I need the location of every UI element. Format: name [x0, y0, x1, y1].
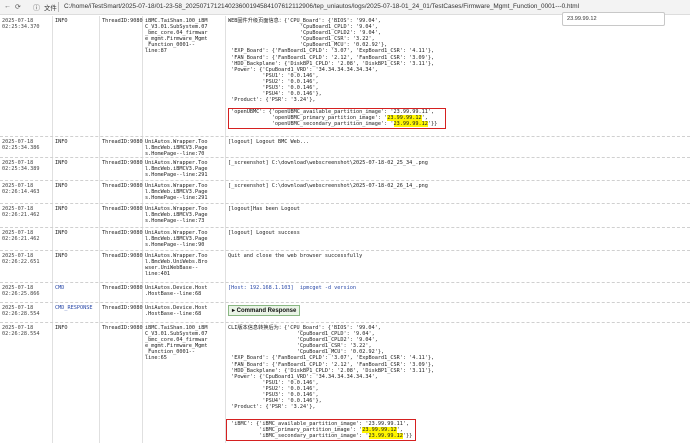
row-source: UniAutos.Wrapper.Too l.BmcWeb.UniWebs.Br… [145, 253, 208, 278]
row-level: INFO [55, 230, 68, 236]
row-level: INFO [55, 325, 68, 331]
log-row: 2025-07-18 02:26:14.463 INFO ThreadID:90… [0, 181, 690, 204]
row-message: [logout] Logout success [228, 230, 300, 236]
row-message: Quit and close the web browser successfu… [228, 253, 363, 259]
row-level: INFO [55, 160, 68, 166]
row-source: UniAutos.Device.Host .HostBase--line:68 [145, 305, 208, 318]
row-time: 2025-07-18 02:25:34.370 [2, 18, 40, 31]
log-row: 2025-07-18 02:25:34.386 INFO ThreadID:90… [0, 137, 690, 158]
row-thread: ThreadID:9080 [102, 305, 143, 311]
row-thread: ThreadID:9080 [102, 206, 143, 212]
row-thread: ThreadID:9080 [102, 285, 143, 291]
row-source: UniAutos.Wrapper.Too l.BmcWeb.iBMCV3.Pag… [145, 183, 208, 202]
row-time: 2025-07-18 02:26:28.554 [2, 325, 40, 338]
log-row: 2025-07-18 02:25:34.370 INFO ThreadID:90… [0, 16, 690, 137]
row-level: CMD [55, 285, 65, 291]
log-row: 2025-07-18 02:26:22.651 INFO ThreadID:90… [0, 251, 690, 283]
row-level: INFO [55, 206, 68, 212]
row-level: CMD_RESPONSE [55, 305, 93, 311]
url-text[interactable]: C:/home/iTestSmart/2025-07-18/01-23-58_2… [64, 3, 579, 10]
row-source: UniAutos.Wrapper.Too l.BmcWeb.iBMCV3.Pag… [145, 139, 208, 158]
row-time: 2025-07-18 02:25:34.389 [2, 160, 40, 173]
row-thread: ThreadID:9080 [102, 230, 143, 236]
command-response-button[interactable]: ▸ Command Response [228, 305, 301, 316]
row-message: [_screenshot] C:\download\webscreenshot\… [228, 160, 428, 166]
address-separator [58, 2, 59, 12]
row-thread: ThreadID:9080 [102, 183, 143, 189]
log-row: 2025-07-18 02:25:34.389 INFO ThreadID:90… [0, 158, 690, 181]
annotation-box [228, 108, 446, 129]
row-time: 2025-07-18 02:26:22.651 [2, 253, 40, 266]
row-message: [logout] Logout BMC Web... [228, 139, 310, 145]
row-source: iBMC.TaiShan.100_iBM C_V3.01.SubSystem.0… [145, 18, 208, 55]
row-thread: ThreadID:9080 [102, 18, 143, 24]
row-time: 2025-07-18 02:26:14.463 [2, 183, 40, 196]
row-level: INFO [55, 183, 68, 189]
row-thread: ThreadID:9080 [102, 325, 143, 331]
annotation-box [226, 419, 416, 441]
row-time: 2025-07-18 02:26:21.462 [2, 206, 40, 219]
row-time: 2025-07-18 02:26:28.554 [2, 305, 40, 318]
log-table: 2025-07-18 02:25:34.370 INFO ThreadID:90… [0, 16, 690, 443]
row-time: 2025-07-18 02:25:34.386 [2, 139, 40, 152]
row-message: CLI版本信息转换后为：{'CPU_Board': {'BIOS': '99.0… [228, 325, 435, 411]
log-row: 2025-07-18 02:26:25.866 CMD ThreadID:908… [0, 283, 690, 303]
row-level: INFO [55, 18, 68, 24]
info-icon[interactable]: ⓘ [33, 3, 40, 13]
log-row: 2025-07-18 02:26:21.462 INFO ThreadID:90… [0, 204, 690, 228]
row-level: INFO [55, 253, 68, 259]
back-icon[interactable]: ← [4, 3, 11, 10]
row-source: iBMC.TaiShan.100_iBM C_V3.01.SubSystem.0… [145, 325, 208, 362]
file-label: 文件 [44, 5, 57, 12]
row-message: WEB固件升级页面信息：{'CPU_Board': {'BIOS': '99.0… [228, 18, 435, 104]
row-level: INFO [55, 139, 68, 145]
row-source: UniAutos.Device.Host .HostBase--line:68 [145, 285, 208, 298]
row-message: [logout]Has been Logout [228, 206, 300, 212]
row-thread: ThreadID:9080 [102, 253, 143, 259]
row-thread: ThreadID:9080 [102, 160, 143, 166]
row-time: 2025-07-18 02:26:21.462 [2, 230, 40, 243]
row-message: [_screenshot] C:\download\webscreenshot\… [228, 183, 428, 189]
row-time: 2025-07-18 02:26:25.866 [2, 285, 40, 298]
row-source: UniAutos.Wrapper.Too l.BmcWeb.iBMCV3.Pag… [145, 230, 208, 249]
row-source: UniAutos.Wrapper.Too l.BmcWeb.iBMCV3.Pag… [145, 206, 208, 225]
log-row: 2025-07-18 02:26:28.554 CMD_RESPONSE Thr… [0, 303, 690, 323]
refresh-icon[interactable]: ⟳ [15, 3, 21, 11]
row-message: [Host: 192.168.1.103] ipmcget -d version [228, 285, 357, 291]
log-row: 2025-07-18 02:26:28.554 INFO ThreadID:90… [0, 323, 690, 443]
row-source: UniAutos.Wrapper.Too l.BmcWeb.iBMCV3.Pag… [145, 160, 208, 179]
log-row: 2025-07-18 02:26:21.462 INFO ThreadID:90… [0, 228, 690, 251]
row-thread: ThreadID:9080 [102, 139, 143, 145]
